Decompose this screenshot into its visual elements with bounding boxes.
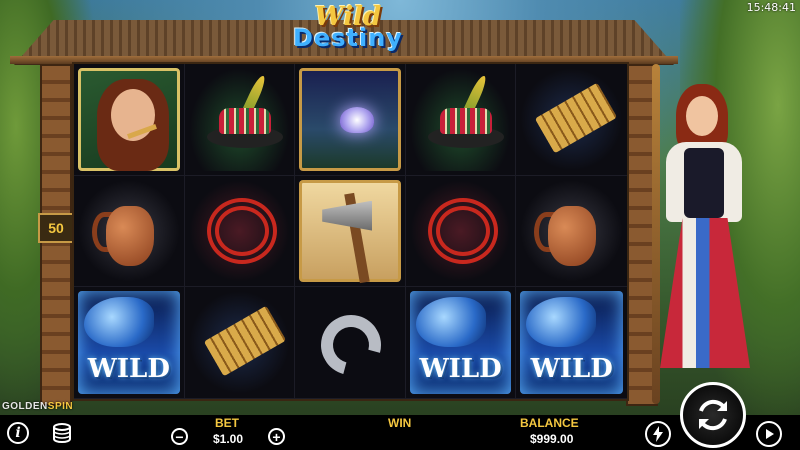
spin-arrows-icon [699, 399, 727, 431]
coins-icon[interactable] [50, 421, 74, 445]
pipe-symbol [188, 291, 291, 394]
character-staff [652, 64, 660, 404]
reel-cell [295, 64, 406, 176]
reel-grid: WILD WILD WILD [72, 62, 629, 401]
reel-cell: WILD [74, 287, 185, 399]
brand-suffix: SPIN [47, 401, 74, 412]
info-button[interactable]: i [7, 422, 29, 444]
reel-cell [74, 175, 185, 288]
reel-cell: WILD [405, 287, 517, 399]
wild-symbol: WILD [520, 291, 623, 394]
horseshoe-symbol [299, 291, 401, 394]
reel-cell [295, 175, 406, 288]
reel-cell [516, 64, 627, 176]
reel-cell [184, 64, 296, 176]
bet-label: BET [215, 416, 239, 430]
play-icon [766, 429, 774, 439]
wild-label: WILD [419, 353, 502, 384]
lines-indicator: 50 [38, 213, 74, 243]
balance-label: BALANCE [520, 416, 579, 430]
hat-symbol [188, 68, 291, 171]
brand-logo: GOLDENSPIN [2, 401, 73, 412]
gypsy-character [648, 64, 758, 404]
character-face [686, 96, 718, 136]
reel-cell [184, 175, 296, 288]
wild-symbol: WILD [78, 291, 180, 394]
bet-value: $1.00 [213, 432, 244, 446]
win-label: WIN [388, 416, 412, 430]
beads-symbol [188, 179, 291, 283]
wild-label: WILD [530, 353, 613, 384]
reel-cell [516, 176, 627, 288]
character-vest [684, 148, 724, 218]
bet-increase-button[interactable]: + [268, 428, 285, 445]
reel-cell [74, 64, 185, 176]
bet-decrease-button[interactable]: − [171, 428, 188, 445]
spin-button[interactable] [680, 382, 746, 448]
reel-cell: WILD [516, 287, 627, 399]
axe-symbol [299, 179, 401, 283]
beads-symbol [409, 179, 512, 283]
jug-symbol [78, 179, 180, 283]
character-skirt [660, 218, 750, 368]
lotus-symbol [299, 68, 401, 171]
game-logo: Wild Destiny [282, 4, 414, 50]
logo-line-2: Destiny [293, 24, 403, 52]
wild-label: WILD [87, 353, 170, 384]
brand-prefix: GOLDEN [2, 401, 48, 412]
balance-value: $999.00 [530, 432, 574, 446]
reel-cell [184, 287, 296, 399]
reel-cell [405, 175, 517, 288]
wild-symbol: WILD [409, 291, 512, 394]
reel-cell [295, 287, 406, 399]
girl-symbol [78, 68, 180, 171]
hat-symbol [409, 68, 512, 171]
autoplay-button[interactable] [756, 421, 782, 447]
jug-symbol [520, 179, 623, 283]
lightning-icon[interactable] [645, 421, 671, 447]
system-clock: 15:48:41 [746, 1, 796, 14]
pipe-symbol [520, 68, 623, 171]
reel-cell [405, 64, 517, 176]
